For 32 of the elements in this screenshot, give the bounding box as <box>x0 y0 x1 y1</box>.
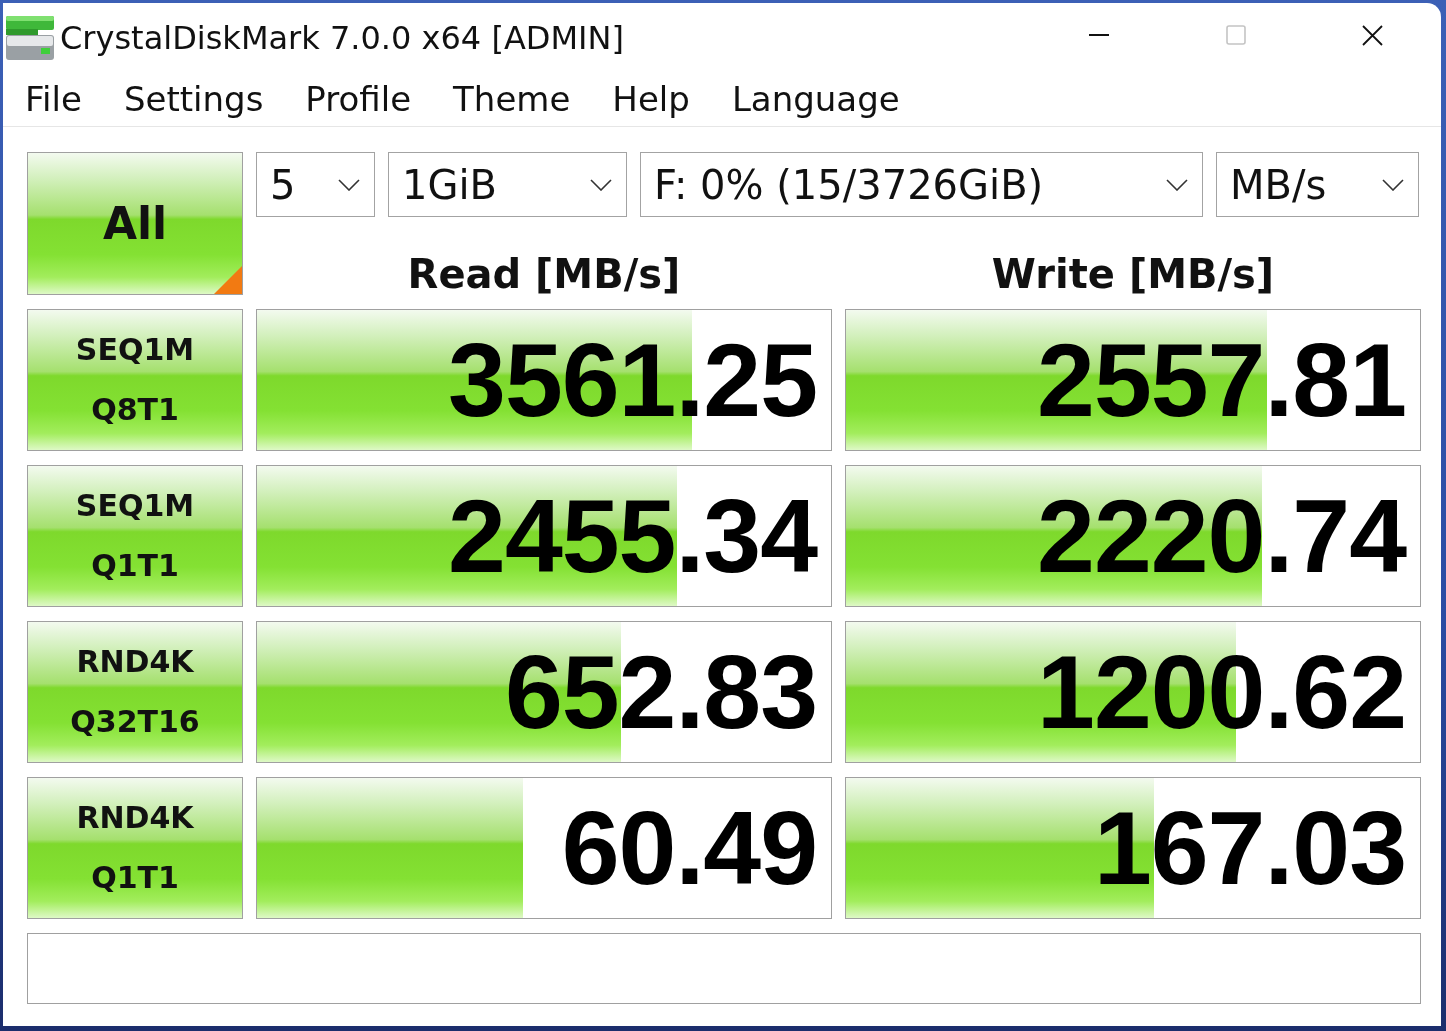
menu-item[interactable]: Profile <box>305 78 412 120</box>
menu-item[interactable]: Help <box>612 78 690 120</box>
dropdown[interactable]: F: 0% (15/3726GiB) <box>640 152 1203 217</box>
test-button[interactable]: RND4K Q32T16 <box>27 621 243 763</box>
column-header: Read [MB/s] <box>407 251 681 297</box>
menu-item[interactable]: Theme <box>453 78 571 120</box>
test-button[interactable]: RND4K Q1T1 <box>27 777 243 919</box>
test-button[interactable]: SEQ1M Q8T1 <box>27 309 243 451</box>
chevron-down-icon <box>338 178 360 191</box>
window-title: CrystalDiskMark 7.0.0 x64 [ADMIN] <box>60 18 625 57</box>
close-icon <box>1362 24 1383 46</box>
score-value: 60.49 <box>561 796 818 900</box>
menu-item[interactable]: Language <box>731 78 900 120</box>
test-button[interactable]: SEQ1M Q1T1 <box>27 465 243 607</box>
chevron-down-icon <box>590 178 612 191</box>
dropdown[interactable]: 5 <box>256 152 375 217</box>
dropdown[interactable]: MB/s <box>1216 152 1419 217</box>
comment-field[interactable] <box>27 933 1421 1004</box>
minimize-icon <box>1088 34 1109 36</box>
drive-icon <box>5 14 55 61</box>
dropdown[interactable]: 1GiB <box>388 152 627 217</box>
corner-triangle-icon <box>214 266 242 294</box>
score-value: 167.03 <box>1093 796 1407 900</box>
chevron-down-icon <box>1166 178 1188 191</box>
menu-item[interactable]: File <box>25 78 82 120</box>
score-value: 652.83 <box>504 640 818 744</box>
maximize-icon <box>1225 25 1246 45</box>
all-button[interactable]: All <box>27 152 243 295</box>
chevron-down-icon <box>1382 178 1404 191</box>
score-value: 1200.62 <box>1037 640 1407 744</box>
menu-item[interactable]: Settings <box>123 78 264 120</box>
column-header: Write [MB/s] <box>991 251 1275 297</box>
